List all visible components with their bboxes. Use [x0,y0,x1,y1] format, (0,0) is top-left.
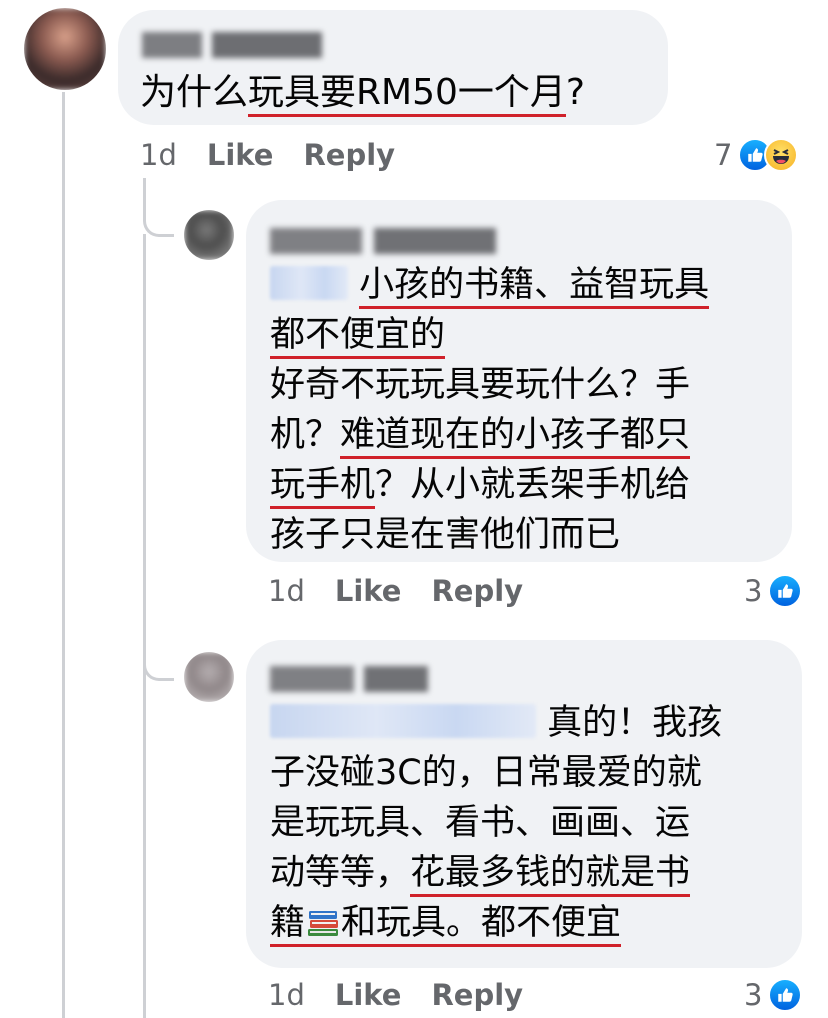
commenter-name[interactable] [270,228,496,254]
books-emoji-icon [305,903,341,937]
comment-text: 真的！我孩 子没碰3C的，日常最爱的就 是玩玩具、看书、画画、运 动等等，花最多… [270,698,722,948]
reply-button[interactable]: Reply [303,138,395,172]
avatar[interactable] [184,210,234,260]
avatar[interactable] [24,8,106,90]
comment-text: 为什么玩具要RM50一个月? [140,68,585,118]
commenter-name[interactable] [142,32,322,58]
comment-bubble: 小孩的书籍、益智玩具 都不便宜的 好奇不玩玩具要玩什么？手 机？难道现在的小孩子… [246,200,792,562]
reaction-summary[interactable]: 3 [744,574,803,608]
comment-bubble: 真的！我孩 子没碰3C的，日常最爱的就 是玩玩具、看书、画画、运 动等等，花最多… [246,640,802,968]
thread-branch-2 [143,620,174,681]
like-icon [768,574,803,608]
reaction-summary[interactable]: 3 [744,978,803,1012]
comment-bubble: 为什么玩具要RM50一个月? [118,10,668,125]
reply-button[interactable]: Reply [431,574,523,608]
reaction-count: 7 [714,138,733,172]
thread-branch-1 [143,178,174,237]
timestamp[interactable]: 1d [140,138,177,172]
mention-tag[interactable] [270,704,536,738]
reaction-count: 3 [744,574,763,608]
avatar[interactable] [184,652,234,702]
reaction-count: 3 [744,978,763,1012]
comment-text: 小孩的书籍、益智玩具 都不便宜的 好奇不玩玩具要玩什么？手 机？难道现在的小孩子… [270,265,710,555]
like-button[interactable]: Like [207,138,274,172]
comment-meta: 1d Like Reply [140,138,395,172]
thread-line-main [62,92,65,1018]
timestamp[interactable]: 1d [268,978,305,1012]
mention-tag[interactable] [270,266,348,300]
comment-meta: 1d Like Reply [268,574,523,608]
reaction-summary[interactable]: 7 [714,138,799,172]
comment-meta: 1d Like Reply [268,978,523,1012]
haha-icon [764,138,799,172]
like-button[interactable]: Like [335,574,402,608]
like-icon [768,978,803,1012]
commenter-name[interactable] [270,666,428,692]
timestamp[interactable]: 1d [268,574,305,608]
reply-button[interactable]: Reply [431,978,523,1012]
like-button[interactable]: Like [335,978,402,1012]
